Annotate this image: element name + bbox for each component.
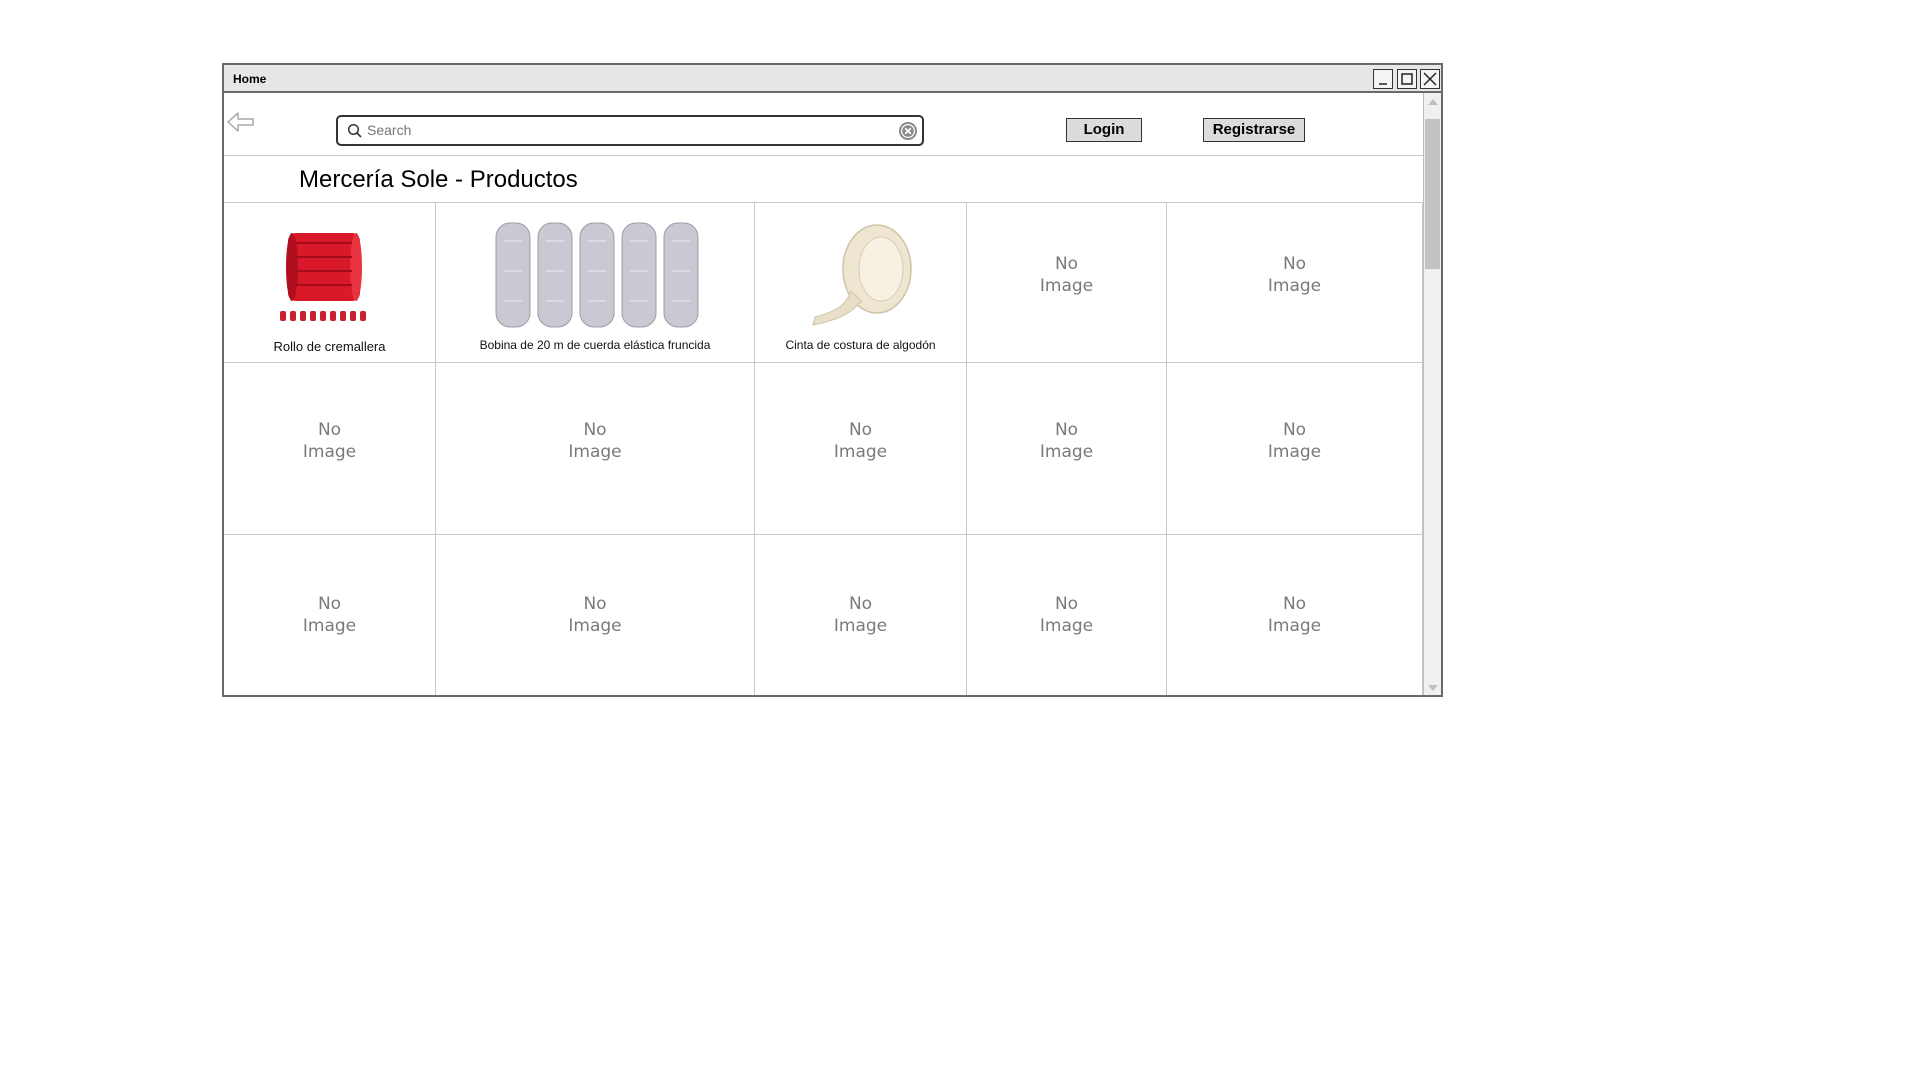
close-icon bbox=[1423, 72, 1437, 86]
scroll-down-arrow-icon[interactable] bbox=[1428, 685, 1438, 691]
product-card-placeholder[interactable]: No Image bbox=[1167, 203, 1423, 363]
product-caption: Rollo de cremallera bbox=[273, 339, 386, 354]
register-button[interactable]: Registrarse bbox=[1203, 118, 1305, 142]
vertical-scrollbar[interactable] bbox=[1423, 93, 1441, 695]
app-window: Home Search Login Registrarse Mercería S… bbox=[222, 63, 1443, 697]
product-card-placeholder[interactable]: No Image bbox=[224, 535, 436, 695]
no-image-placeholder: No Image bbox=[1267, 594, 1322, 636]
no-image-placeholder: No Image bbox=[1267, 254, 1322, 296]
maximize-icon bbox=[1401, 73, 1413, 85]
product-card-placeholder[interactable]: No Image bbox=[755, 363, 967, 535]
back-arrow-icon[interactable] bbox=[226, 109, 256, 135]
no-image-placeholder: No Image bbox=[833, 594, 888, 636]
no-image-placeholder: No Image bbox=[1039, 254, 1094, 296]
search-box[interactable] bbox=[336, 115, 924, 146]
product-grid: Rollo de cremallera Bobina de 20 m de cu… bbox=[224, 203, 1423, 695]
no-image-placeholder: No Image bbox=[1039, 420, 1094, 462]
product-card-placeholder[interactable]: No Image bbox=[967, 363, 1167, 535]
product-card-placeholder[interactable]: No Image bbox=[224, 363, 436, 535]
product-card-placeholder[interactable]: No Image bbox=[1167, 535, 1423, 695]
no-image-placeholder: No Image bbox=[302, 594, 357, 636]
no-image-placeholder: No Image bbox=[302, 420, 357, 462]
scroll-up-arrow-icon[interactable] bbox=[1428, 99, 1438, 105]
heading-bar: Mercería Sole - Productos bbox=[224, 156, 1423, 203]
toolbar: Login Registrarse bbox=[224, 93, 1423, 156]
no-image-placeholder: No Image bbox=[833, 420, 888, 462]
minimize-button[interactable] bbox=[1373, 69, 1393, 89]
product-card-placeholder[interactable]: No Image bbox=[967, 203, 1167, 363]
login-button[interactable]: Login bbox=[1066, 118, 1142, 142]
product-card-placeholder[interactable]: No Image bbox=[755, 535, 967, 695]
maximize-button[interactable] bbox=[1397, 69, 1417, 89]
elastic-bobbins-image bbox=[495, 222, 699, 328]
clear-search-icon[interactable] bbox=[898, 121, 918, 141]
no-image-placeholder: No Image bbox=[1267, 420, 1322, 462]
cotton-tape-image bbox=[812, 224, 912, 326]
no-image-placeholder: No Image bbox=[1039, 594, 1094, 636]
product-card-elastic[interactable]: Bobina de 20 m de cuerda elástica frunci… bbox=[436, 203, 755, 363]
product-card-zipper[interactable]: Rollo de cremallera bbox=[224, 203, 436, 363]
window-title: Home bbox=[233, 72, 267, 86]
window-content: Login Registrarse Mercería Sole - Produc… bbox=[224, 93, 1423, 695]
title-bar: Home bbox=[224, 65, 1441, 93]
product-card-placeholder[interactable]: No Image bbox=[967, 535, 1167, 695]
search-icon bbox=[347, 123, 362, 138]
product-card-cotton-tape[interactable]: Cinta de costura de algodón bbox=[755, 203, 967, 363]
close-button[interactable] bbox=[1420, 69, 1440, 89]
product-card-placeholder[interactable]: No Image bbox=[436, 363, 755, 535]
product-caption: Cinta de costura de algodón bbox=[785, 338, 936, 352]
product-card-placeholder[interactable]: No Image bbox=[1167, 363, 1423, 535]
no-image-placeholder: No Image bbox=[568, 420, 622, 462]
search-input[interactable] bbox=[367, 120, 887, 140]
zipper-roll-image bbox=[280, 233, 366, 321]
minimize-icon bbox=[1379, 83, 1387, 85]
scroll-thumb[interactable] bbox=[1425, 119, 1440, 269]
page-title: Mercería Sole - Productos bbox=[299, 166, 578, 193]
product-card-placeholder[interactable]: No Image bbox=[436, 535, 755, 695]
no-image-placeholder: No Image bbox=[568, 594, 622, 636]
product-caption: Bobina de 20 m de cuerda elástica frunci… bbox=[479, 338, 711, 352]
